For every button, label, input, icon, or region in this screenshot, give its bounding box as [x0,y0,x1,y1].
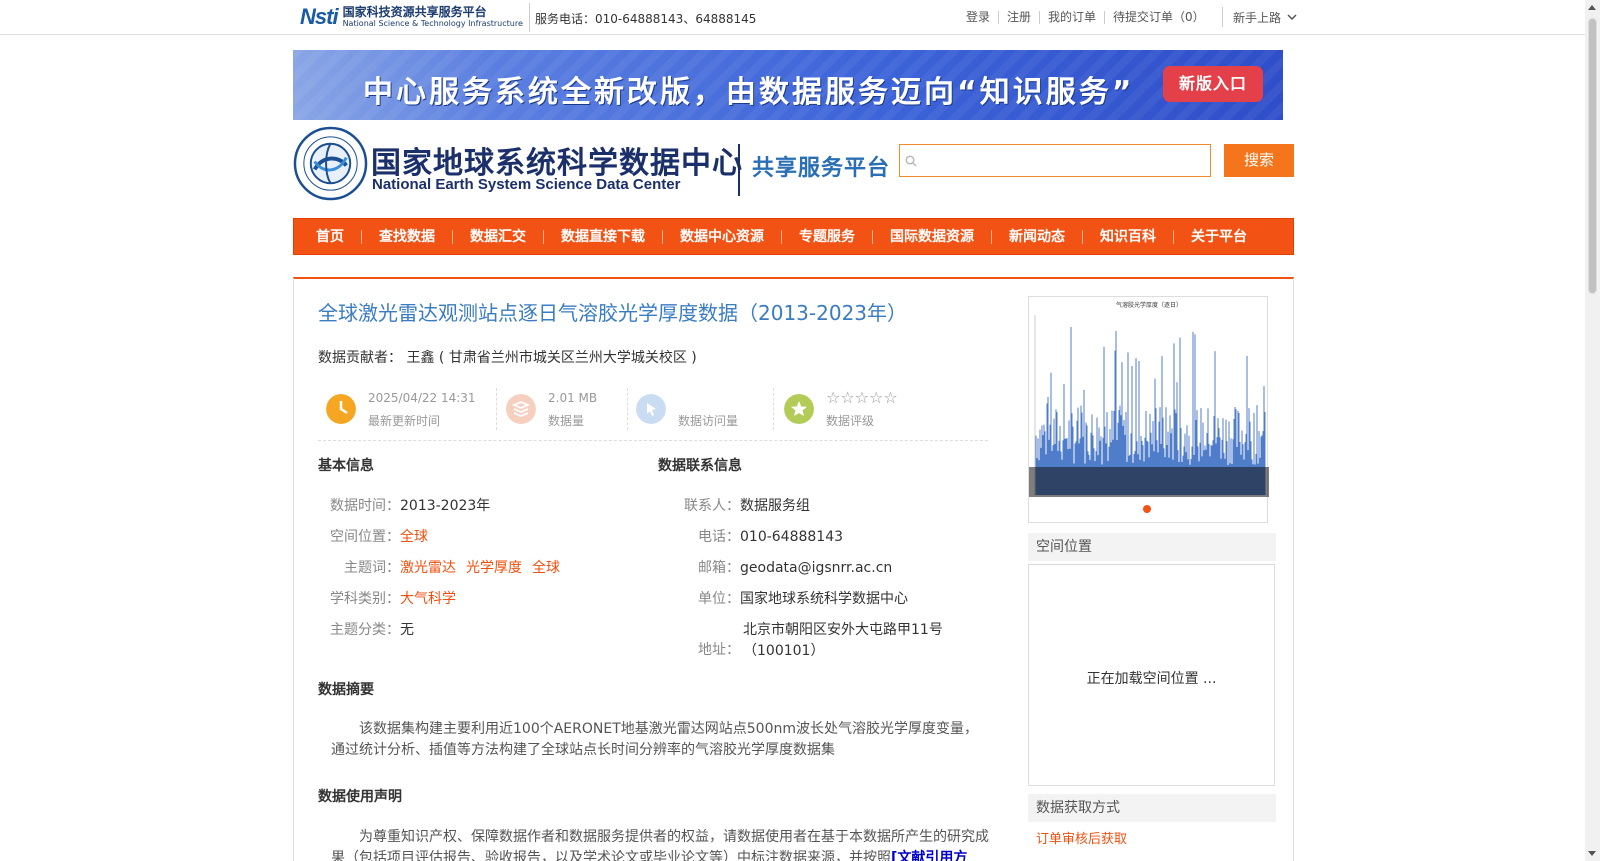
top-bar: Nsti 国家科技资源共享服务平台 National Science & Tec… [0,0,1585,35]
stat-updated-value: 2025/04/22 14:31 [368,391,476,405]
nav-home[interactable]: 首页 [312,230,361,244]
service-phone: 服务电话：010-64888143、64888145 [535,12,757,26]
login-link[interactable]: 登录 [958,11,998,24]
search-box[interactable] [899,144,1211,177]
my-orders-link[interactable]: 我的订单 [1039,11,1104,24]
contributor: 数据贡献者： 王鑫 ( 甘肃省兰州市城关区兰州大学城关校区 ) [318,347,697,367]
abstract-text: 该数据集构建主要利用近100个AERONET地基激光雷达网站点500nm波长处气… [331,721,978,758]
announcement-banner[interactable]: 中心服务系统全新改版，由数据服务迈向“知识服务” 新版入口 [293,50,1283,120]
nav-center-resources[interactable]: 数据中心资源 [662,229,781,244]
contact-info-heading: 数据联系信息 [658,458,742,474]
nav-direct-download[interactable]: 数据直接下载 [543,229,662,244]
keyword-link[interactable]: 全球 [532,560,560,576]
basic-info-heading: 基本信息 [318,458,374,474]
divider [529,3,530,32]
spatial-map[interactable]: 正在加载空间位置 ... [1028,564,1275,786]
pending-orders-link[interactable]: 待提交订单（0） [1104,11,1213,24]
carousel-dot[interactable] [1143,505,1151,513]
main-nav: 首页 查找数据 数据汇交 数据直接下载 数据中心资源 专题服务 国际数据资源 新… [293,218,1294,255]
scroll-up-arrow[interactable] [1588,5,1596,10]
spatial-location-row: 空间位置：全球 [330,529,428,545]
layers-icon [506,394,536,424]
contact-phone-row: 电话：010-64888143 [698,529,844,545]
nav-knowledge-base[interactable]: 知识百科 [1082,229,1173,244]
subject-row: 学科类别：大气科学 [330,591,456,607]
contact-address-line1: 北京市朝阳区安外大屯路甲11号 [743,622,943,638]
contact-email-row: 邮箱：geodata@igsnrr.ac.cn [698,560,893,576]
keyword-link[interactable]: 激光雷达 [400,560,456,576]
nav-find-data[interactable]: 查找数据 [361,229,452,244]
nsti-logo-en: National Science & Technology Infrastruc… [342,19,523,28]
chevron-down-icon [1287,13,1297,20]
dataset-thumbnail[interactable]: 气溶胶光学厚度（逐日） [1028,296,1269,523]
contact-address-label: 地址： [698,642,740,658]
stat-rating: ☆☆☆☆☆ 数据评级 [776,385,956,431]
contact-unit-row: 单位：国家地球系统科学数据中心 [698,591,908,607]
spatial-location-link[interactable]: 全球 [400,529,428,545]
nav-international-data[interactable]: 国际数据资源 [872,229,991,244]
banner-text: 中心服务系统全新改版，由数据服务迈向“知识服务” [363,75,1135,110]
center-logo[interactable]: 国家地球系统科学数据中心 National Earth System Scien… [293,126,743,202]
abstract-heading: 数据摘要 [318,682,374,698]
nsti-logo-mark: Nsti [300,4,339,29]
stat-size-label: 数据量 [548,414,585,428]
stat-visits-label: 数据访问量 [678,414,739,428]
nav-data-submission[interactable]: 数据汇交 [452,229,543,244]
clock-icon [326,394,356,424]
contact-address-line2: （100101） [743,643,825,659]
star-badge-icon [784,394,814,424]
access-heading: 数据获取方式 [1028,794,1276,822]
stat-updated: 2025/04/22 14:31 最新更新时间 [318,385,488,431]
dataset-title: 全球激光雷达观测站点逐日气溶胶光学厚度数据（2013-2023年） [318,301,908,325]
register-link[interactable]: 注册 [998,11,1039,24]
nav-about[interactable]: 关于平台 [1173,229,1264,244]
thumbnail-plot-image: 气溶胶光学厚度（逐日） [1029,301,1269,497]
search-input[interactable] [922,146,1207,175]
stat-updated-label: 最新更新时间 [368,414,441,428]
cursor-icon [636,394,666,424]
scroll-down-arrow[interactable] [1588,851,1596,856]
scroll-thumb[interactable] [1588,18,1597,294]
subject-link[interactable]: 大气科学 [400,591,456,607]
usage-text: 为尊重知识产权、保障数据作者和数据服务提供者的权益，请数据使用者在基于本数据所产… [331,827,989,861]
page-scrollbar[interactable] [1585,0,1600,861]
center-name-en: National Earth System Science Data Cente… [372,176,681,193]
beginner-guide-label: 新手上路 [1233,10,1282,25]
nav-topic-services[interactable]: 专题服务 [781,229,872,244]
stat-rating-label: 数据评级 [826,414,875,428]
beginner-guide-menu[interactable]: 新手上路 [1222,7,1297,27]
map-loading-text: 正在加载空间位置 ... [1086,671,1217,687]
rating-stars: ☆☆☆☆☆ [826,388,898,407]
keyword-link[interactable]: 光学厚度 [466,560,522,576]
search-icon [905,155,917,167]
dataset-stats: 2025/04/22 14:31 最新更新时间 2.01 MB 数据量 数据访问… [318,385,988,441]
nsti-logo[interactable]: Nsti 国家科技资源共享服务平台 National Science & Tec… [300,2,525,32]
contact-person-row: 联系人：数据服务组 [684,498,810,514]
search-button[interactable]: 搜索 [1224,144,1294,177]
thumbnail-title: 气溶胶光学厚度（逐日） [1116,301,1182,309]
platform-title: 共享服务平台 [752,156,891,181]
top-links: 登录 注册 我的订单 待提交订单（0） [958,11,1213,24]
nav-news[interactable]: 新闻动态 [991,229,1082,244]
usage-heading: 数据使用声明 [318,789,402,805]
keywords-row: 主题词：激光雷达 光学厚度 全球 [344,560,560,576]
data-time-row: 数据时间：2013-2023年 [330,498,491,514]
stat-size-value: 2.01 MB [548,391,598,405]
spatial-heading: 空间位置 [1028,533,1276,561]
stat-visits: 数据访问量 [628,385,768,431]
center-seal-icon [293,126,368,201]
new-version-button[interactable]: 新版入口 [1163,66,1263,102]
nsti-logo-cn: 国家科技资源共享服务平台 [342,5,487,19]
stat-size: 2.01 MB 数据量 [498,385,623,431]
logo-divider [738,144,740,196]
contributor-value: 王鑫 ( 甘肃省兰州市城关区兰州大学城关校区 ) [406,350,697,366]
contributor-label: 数据贡献者： [318,350,402,366]
access-method: 订单审核后获取 [1036,832,1128,847]
citation-link[interactable]: [文献引用方 [891,850,967,861]
category-row: 主题分类：无 [330,622,414,638]
